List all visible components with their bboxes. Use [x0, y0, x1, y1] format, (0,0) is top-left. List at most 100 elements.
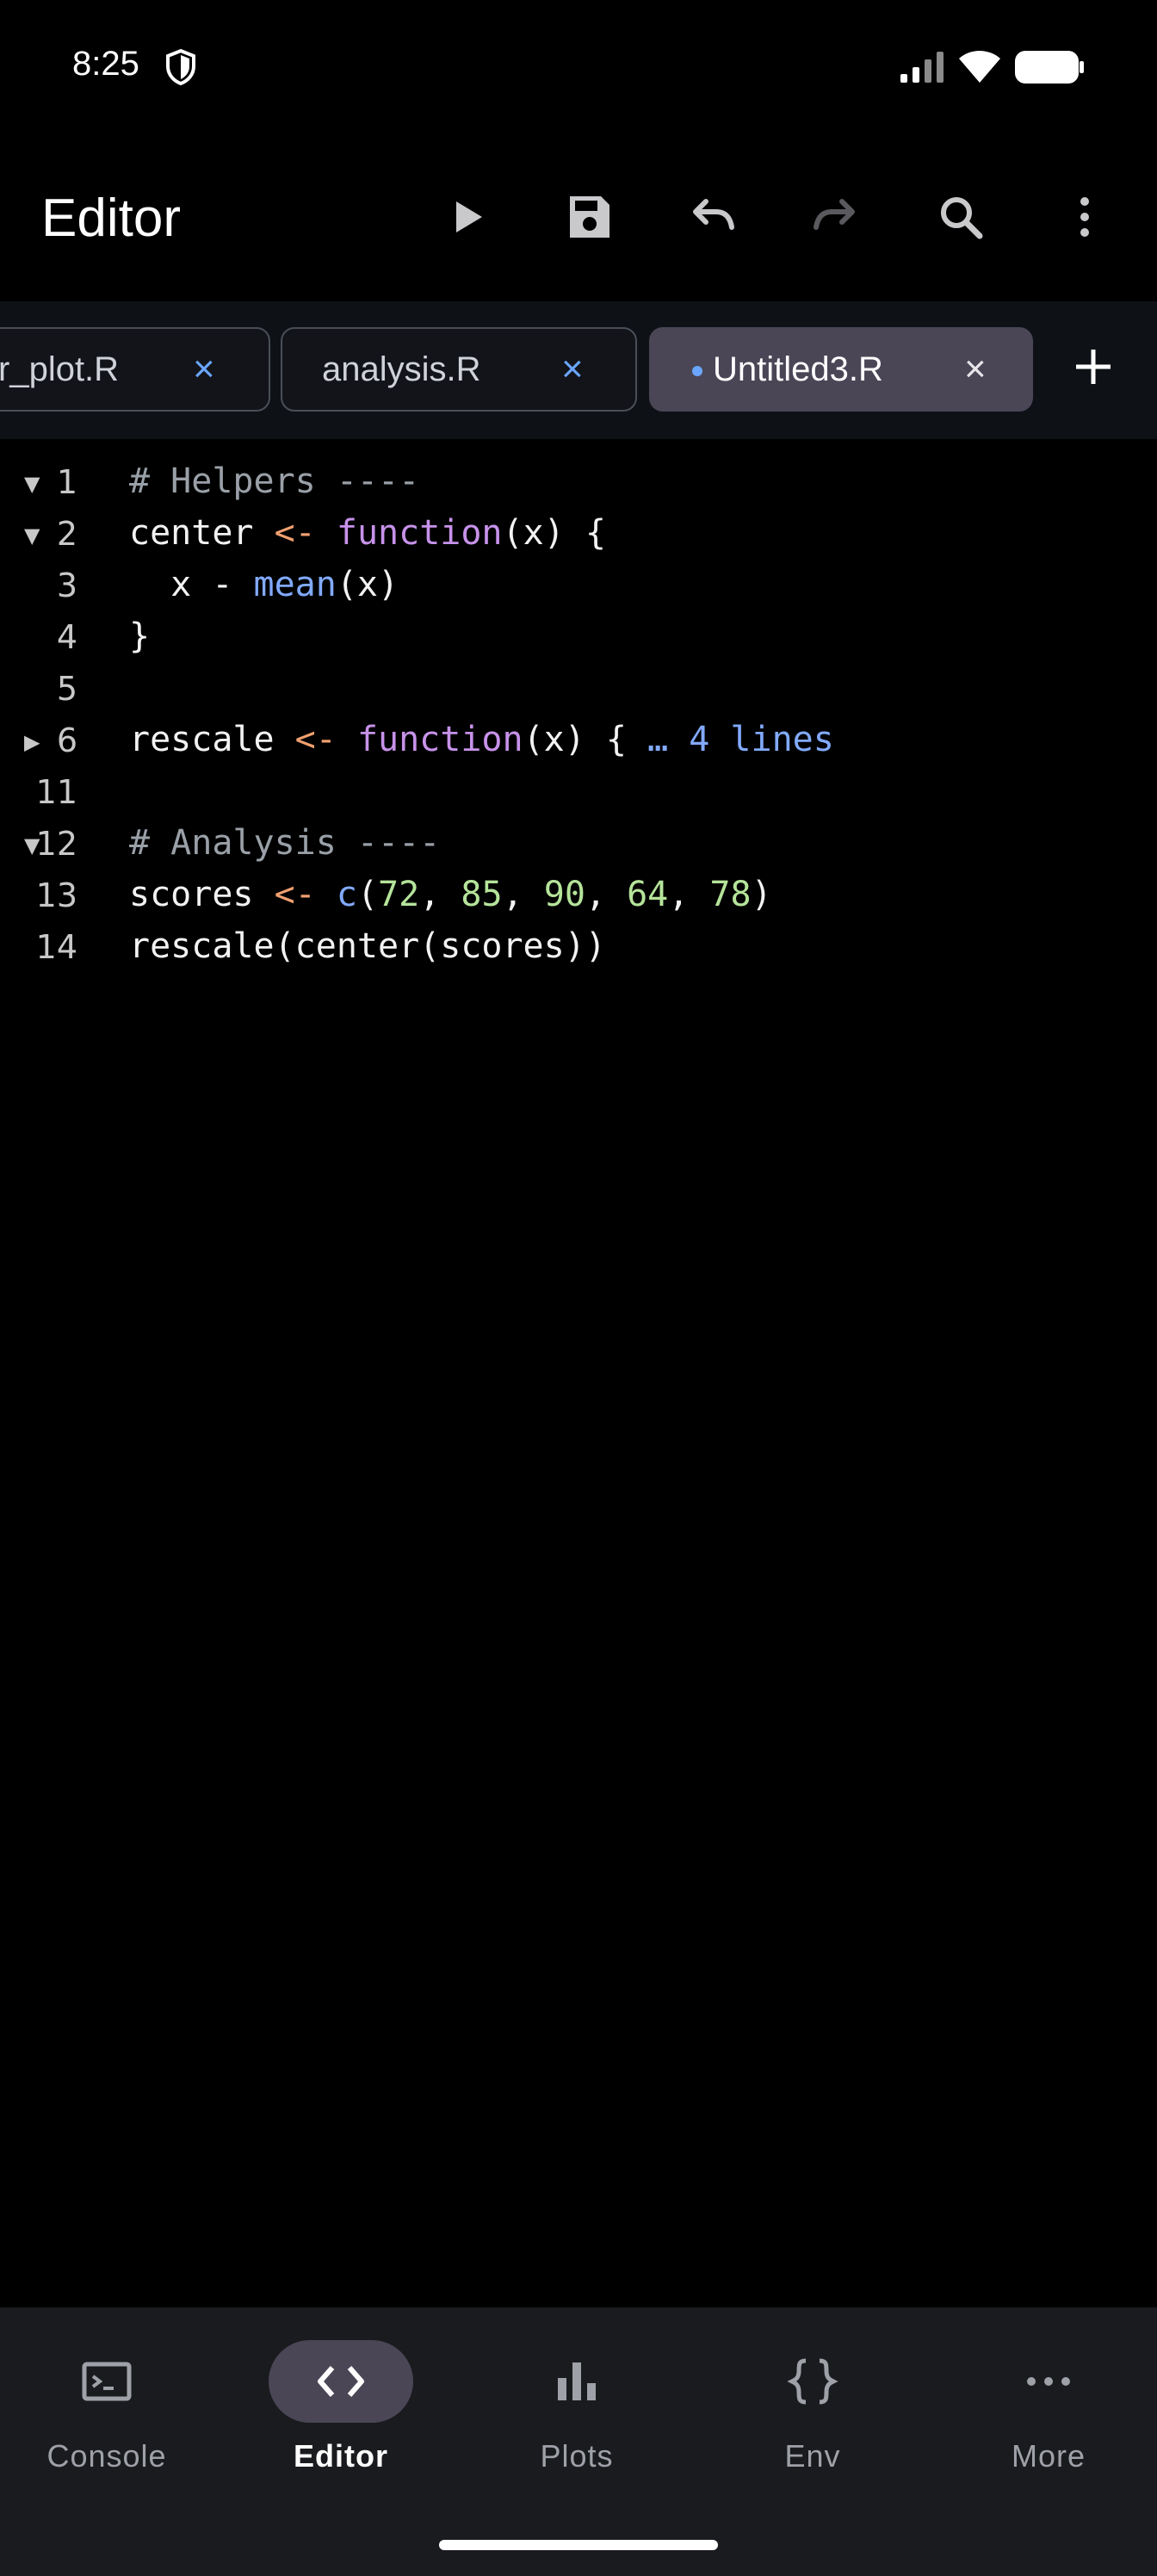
tab-r-plot[interactable]: r_plot.R ×: [0, 327, 270, 412]
overflow-menu-button[interactable]: [1054, 186, 1116, 248]
wifi-icon: [959, 51, 1000, 83]
code-text: x -: [129, 565, 254, 604]
nav-label: Plots: [540, 2438, 614, 2474]
undo-icon: [693, 199, 734, 230]
nav-pill: [269, 2340, 413, 2423]
code-text: ,: [585, 875, 628, 914]
code-line: 4 }: [0, 611, 1157, 663]
code-text: (x): [336, 565, 399, 604]
code-text: ): [751, 875, 772, 914]
redo-icon: [814, 199, 855, 230]
code-icon: [318, 2366, 364, 2397]
line-number: 3: [56, 567, 77, 604]
search-icon: [941, 197, 983, 239]
nav-pill: [34, 2340, 179, 2423]
code-operator: <-: [274, 875, 316, 914]
code-text: rescale(center(scores)): [129, 926, 606, 966]
code-line: ▼ 12 # Analysis ----: [0, 818, 1157, 870]
line-number: 5: [56, 670, 77, 708]
nav-pill: [740, 2340, 885, 2423]
code-keyword: function: [356, 720, 523, 759]
code-keyword: function: [336, 513, 503, 553]
tab-label: r_plot.R: [0, 350, 120, 388]
nav-more[interactable]: More: [945, 2340, 1152, 2512]
page-title: Editor: [41, 189, 181, 248]
nav-console[interactable]: Console: [3, 2340, 210, 2512]
code-text: ,: [419, 875, 461, 914]
home-indicator[interactable]: [439, 2540, 718, 2550]
nav-label: Console: [46, 2438, 167, 2474]
line-number: 1: [56, 463, 77, 501]
terminal-icon: [82, 2362, 132, 2401]
modified-dot-icon: [692, 366, 702, 376]
status-bar: 8:25: [0, 0, 1157, 138]
nav-editor[interactable]: Editor: [238, 2340, 444, 2512]
file-tab-strip: r_plot.R × analysis.R × Untitled3.R ×: [0, 301, 1157, 439]
save-icon: [570, 196, 609, 238]
nav-plots[interactable]: Plots: [473, 2340, 680, 2512]
code-line: 13 scores <- c(72, 85, 90, 64, 78): [0, 870, 1157, 921]
line-number: 11: [35, 773, 77, 811]
code-number: 78: [709, 875, 752, 914]
search-button[interactable]: [930, 186, 992, 248]
code-line: ▼ 1 # Helpers ----: [0, 456, 1157, 508]
redo-button[interactable]: [806, 186, 868, 248]
code-text: (: [356, 875, 379, 914]
line-number: 4: [56, 618, 77, 656]
save-button[interactable]: [558, 186, 620, 248]
tab-untitled3[interactable]: Untitled3.R ×: [649, 327, 1033, 412]
code-line: 14 rescale(center(scores)): [0, 921, 1157, 973]
folded-region-placeholder[interactable]: … 4 lines: [647, 720, 834, 759]
close-icon[interactable]: ×: [561, 348, 584, 391]
nav-pill: [976, 2340, 1121, 2423]
tab-label: analysis.R: [322, 350, 481, 388]
code-number: 64: [627, 875, 669, 914]
play-icon: [456, 201, 482, 232]
code-function: mean: [253, 565, 337, 604]
code-line: ▶ 6 rescale <- function(x) { … 4 lines: [0, 715, 1157, 766]
nav-label: More: [1011, 2438, 1086, 2474]
code-text: ,: [502, 875, 544, 914]
plus-icon: [1076, 350, 1111, 384]
code-number: 85: [461, 875, 503, 914]
line-number: 2: [56, 515, 77, 553]
nav-pill: [504, 2340, 649, 2423]
braces-icon: [787, 2358, 838, 2405]
status-time: 8:25: [72, 45, 139, 83]
nav-label: Editor: [294, 2438, 388, 2474]
code-comment: # Helpers ----: [129, 461, 420, 501]
code-operator: <-: [274, 513, 316, 553]
nav-label: Env: [784, 2438, 841, 2474]
code-identifier: center: [129, 513, 254, 553]
run-button[interactable]: [436, 186, 498, 248]
code-identifier: rescale: [129, 720, 275, 759]
close-icon[interactable]: ×: [964, 348, 987, 391]
close-icon[interactable]: ×: [193, 348, 215, 391]
code-text: (x) {: [502, 513, 606, 553]
code-identifier: scores: [129, 875, 254, 914]
shield-icon: [166, 48, 195, 86]
add-tab-button[interactable]: [1066, 324, 1121, 410]
code-text: (x) {: [523, 720, 648, 759]
line-number: 6: [56, 721, 77, 759]
code-text: }: [129, 616, 151, 656]
bottom-navigation: Console Editor Plots Env More: [0, 2307, 1157, 2576]
code-comment: # Analysis ----: [129, 823, 441, 863]
line-number: 12: [35, 825, 77, 863]
bar-chart-icon: [558, 2362, 596, 2400]
signal-icon: [900, 52, 944, 83]
more-horizontal-icon: [1027, 2377, 1070, 2386]
code-line: 5: [0, 663, 1157, 715]
code-line: 11: [0, 766, 1157, 818]
more-vertical-icon: [1080, 197, 1089, 237]
tab-label: Untitled3.R: [713, 350, 883, 388]
code-number: 72: [378, 875, 420, 914]
code-editor[interactable]: ▼ 1 # Helpers ---- ▼ 2 center <- functio…: [0, 439, 1157, 2307]
code-operator: <-: [294, 720, 337, 759]
tab-analysis[interactable]: analysis.R ×: [281, 327, 637, 412]
undo-button[interactable]: [680, 186, 742, 248]
nav-env[interactable]: Env: [709, 2340, 916, 2512]
code-text: ,: [668, 875, 710, 914]
battery-icon: [1015, 51, 1084, 84]
code-number: 90: [543, 875, 585, 914]
